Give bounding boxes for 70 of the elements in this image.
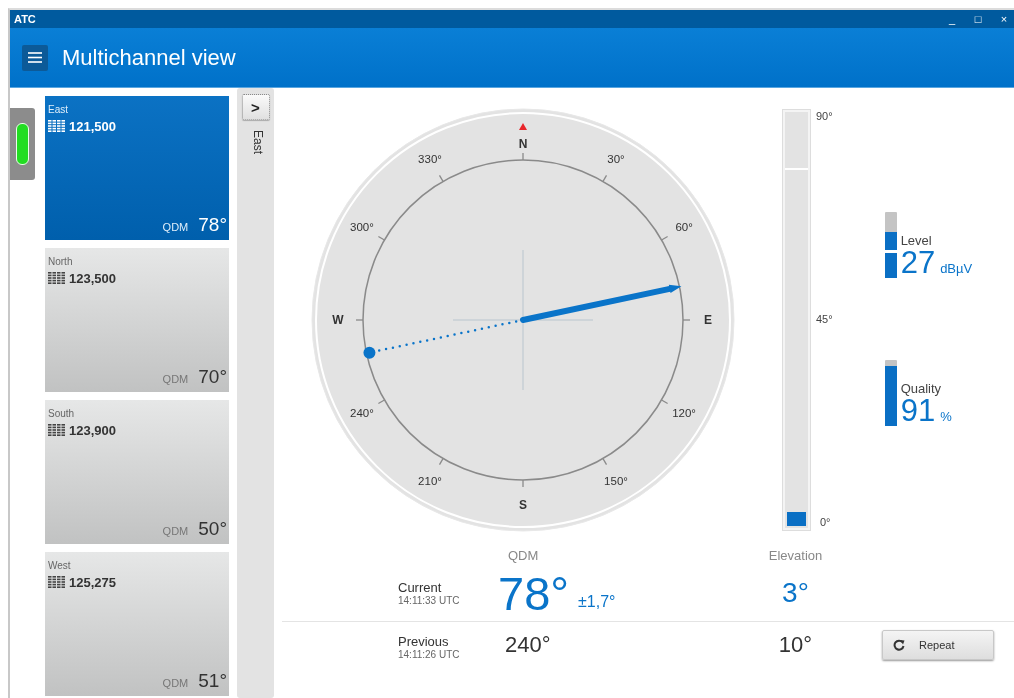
row-label: Current <box>398 580 443 595</box>
channel-name: South <box>48 408 76 419</box>
meter-label: Level <box>900 233 933 248</box>
compass-label: 210° <box>418 475 442 488</box>
qdm-reading: 240° <box>504 632 552 658</box>
status-light-icon <box>16 123 29 165</box>
channel-card[interactable]: East 121,500 QDM 78° <box>45 96 229 240</box>
gauge-label: 45° <box>816 313 833 325</box>
refresh-icon <box>893 639 905 651</box>
signal-strength-icon <box>48 424 66 437</box>
menu-icon <box>28 52 42 63</box>
channel-frequency: 121,500 <box>69 119 116 134</box>
channel-frequency: 123,900 <box>69 423 116 438</box>
elevation-reading: 10° <box>777 632 814 658</box>
status-tab[interactable] <box>10 108 35 180</box>
channel-name: West <box>48 560 72 571</box>
timestamp: 14:11:26 UTC <box>398 649 461 660</box>
compass-label: W <box>332 313 344 327</box>
channel-name: North <box>48 256 74 267</box>
qdm-label: QDM <box>162 221 189 233</box>
channel-card[interactable]: North 123,500 QDM 70° <box>45 248 229 392</box>
qdm-value: 51° <box>198 670 227 692</box>
qdm-label: QDM <box>162 373 189 385</box>
repeat-button[interactable]: Repeat <box>882 630 994 660</box>
compass-label: 60° <box>675 221 693 233</box>
qdm-value: 50° <box>198 518 227 540</box>
signal-strength-icon <box>48 120 66 133</box>
compass-label: N <box>518 137 528 151</box>
compass-label: 240° <box>350 407 374 419</box>
channel-card[interactable]: South 123,900 QDM 50° <box>45 400 229 544</box>
gauge-label: 90° <box>816 110 833 122</box>
meter-unit: % <box>940 409 952 424</box>
column-header: Elevation <box>767 547 824 563</box>
channel-frequency: 123,500 <box>69 271 116 286</box>
channel-card[interactable]: West 125,275 QDM 51° <box>45 552 229 696</box>
compass-label: 330° <box>418 152 442 165</box>
gauge-label: 0° <box>819 516 832 528</box>
meter-unit: dBµV <box>940 261 973 276</box>
signal-strength-icon <box>48 272 66 285</box>
compass-label: 300° <box>350 221 374 233</box>
column-header: QDM <box>507 547 540 563</box>
compass-label: 120° <box>672 407 696 419</box>
north-marker-icon <box>519 123 527 130</box>
compass-label: 30° <box>607 152 625 165</box>
maximize-button[interactable]: □ <box>972 13 984 25</box>
elevation-reading: 3° <box>781 577 810 609</box>
window-title: ATC <box>14 13 36 25</box>
channel-frequency: 125,275 <box>69 575 116 590</box>
panel-title: East <box>250 130 265 154</box>
row-label: Previous <box>398 634 450 649</box>
page-title: Multichannel view <box>62 44 236 71</box>
compass-label: 150° <box>604 475 628 488</box>
meter-value: 91 <box>900 396 936 426</box>
menu-button[interactable] <box>22 44 48 71</box>
close-button[interactable]: × <box>998 13 1010 25</box>
qdm-label: QDM <box>162 525 189 537</box>
qdm-tolerance: ±1,7° <box>578 593 617 612</box>
meter-value: 27 <box>900 248 936 278</box>
meter-label: Quality <box>900 381 943 396</box>
qdm-value: 70° <box>198 366 227 388</box>
channel-name: East <box>48 104 69 115</box>
minimize-button[interactable]: _ <box>946 13 958 25</box>
expand-button[interactable]: > <box>241 94 270 120</box>
compass-label: E <box>704 313 712 327</box>
compass-label: S <box>519 498 527 512</box>
qdm-label: QDM <box>162 677 189 689</box>
qdm-value: 78° <box>198 214 227 236</box>
signal-strength-icon <box>48 576 66 589</box>
timestamp: 14:11:33 UTC <box>398 595 461 606</box>
qdm-reading: 78° <box>498 565 571 621</box>
